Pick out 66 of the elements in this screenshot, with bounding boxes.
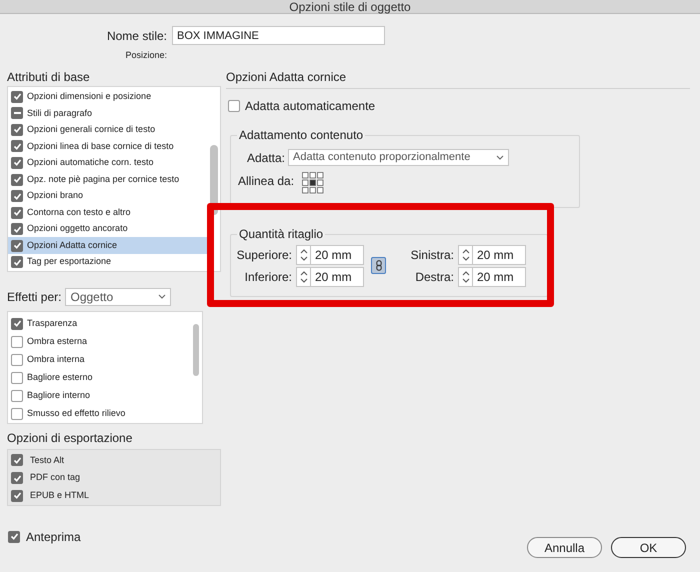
style-name-field[interactable]: BOX IMMAGINE (172, 26, 385, 45)
chain-icon (376, 260, 382, 271)
section-title: Attributi di base (7, 68, 91, 84)
measure-input[interactable]: 20 mm (473, 246, 523, 264)
effect-label: Smusso ed effetto rilievo (27, 406, 126, 420)
section-title: Opzioni di esportazione (7, 430, 134, 446)
export-option-label: PDF con tag (30, 471, 80, 484)
field-label: Adatta: (246, 150, 285, 166)
effect-label: Bagliore interno (27, 388, 90, 402)
field-label: Allinea da: (238, 172, 294, 190)
checkbox[interactable] (11, 174, 23, 186)
export-option-label: EPUB e HTML (30, 488, 90, 502)
field-label: Inferiore: (244, 268, 292, 286)
window-title: Opzioni stile di oggetto (289, 0, 411, 12)
link-button[interactable] (371, 257, 386, 274)
checkbox[interactable] (11, 390, 23, 402)
field-label: Destra: (415, 268, 454, 286)
checkbox[interactable] (11, 107, 23, 120)
fit-dropdown[interactable]: Adatta contenuto proporzionalmente (288, 149, 509, 166)
checkbox[interactable] (11, 354, 23, 366)
auto-fit-label: Adatta automaticamente (245, 98, 376, 114)
effects-dropdown[interactable]: Oggetto (65, 288, 172, 306)
ok-button[interactable]: OK (611, 537, 686, 558)
checkbox[interactable] (11, 336, 23, 348)
checkbox[interactable] (11, 408, 23, 420)
checkbox[interactable] (11, 90, 23, 103)
effect-label: Bagliore esterno (27, 370, 93, 384)
measure-field[interactable]: 20 mm (296, 266, 364, 286)
measure-input[interactable]: 20 mm (311, 268, 361, 286)
checkbox[interactable] (11, 206, 23, 219)
panel-title: Opzioni Adatta cornice (226, 68, 690, 88)
field-label: Effetti per: (7, 288, 62, 306)
checkbox[interactable] (228, 100, 240, 112)
effect-label: Trasparenza (27, 316, 78, 330)
checkbox[interactable] (11, 490, 23, 502)
field-label: Sinistra: (410, 246, 454, 264)
checkbox[interactable] (8, 530, 20, 542)
checkbox[interactable] (11, 190, 23, 202)
field-label: Superiore: (236, 246, 292, 264)
measure-input[interactable]: 20 mm (473, 268, 523, 286)
checkbox[interactable] (11, 454, 23, 466)
checkbox[interactable] (11, 156, 23, 169)
reference-point-icon[interactable] (302, 172, 324, 194)
chevron-icon (158, 294, 166, 299)
measure-field[interactable]: 20 mm (296, 244, 364, 264)
export-option-label: Testo Alt (30, 454, 64, 467)
position-label: Posizione: (124, 49, 167, 62)
checkbox[interactable] (11, 318, 23, 330)
checkbox[interactable] (11, 124, 23, 136)
effect-label: Ombra interna (27, 352, 85, 366)
cancel-button[interactable]: Annulla (527, 537, 602, 558)
checkbox[interactable] (11, 223, 23, 236)
measure-input[interactable]: 20 mm (311, 246, 361, 264)
attribute-item[interactable]: Opzioni Adatta cornice (8, 237, 208, 254)
chevron-icon (496, 155, 504, 160)
attribute-item[interactable]: Opzioni oggetto ancorato (8, 220, 208, 238)
field-label: Nome stile: (106, 28, 167, 44)
measure-field[interactable]: 20 mm (458, 266, 526, 286)
measure-field[interactable]: 20 mm (458, 244, 526, 264)
checkbox[interactable] (11, 240, 23, 252)
checkbox[interactable] (11, 140, 23, 152)
preview-label: Anteprima (26, 528, 81, 546)
effect-label: Ombra esterna (27, 334, 88, 348)
checkbox[interactable] (11, 472, 23, 484)
checkbox[interactable] (11, 372, 23, 384)
checkbox[interactable] (11, 256, 23, 268)
